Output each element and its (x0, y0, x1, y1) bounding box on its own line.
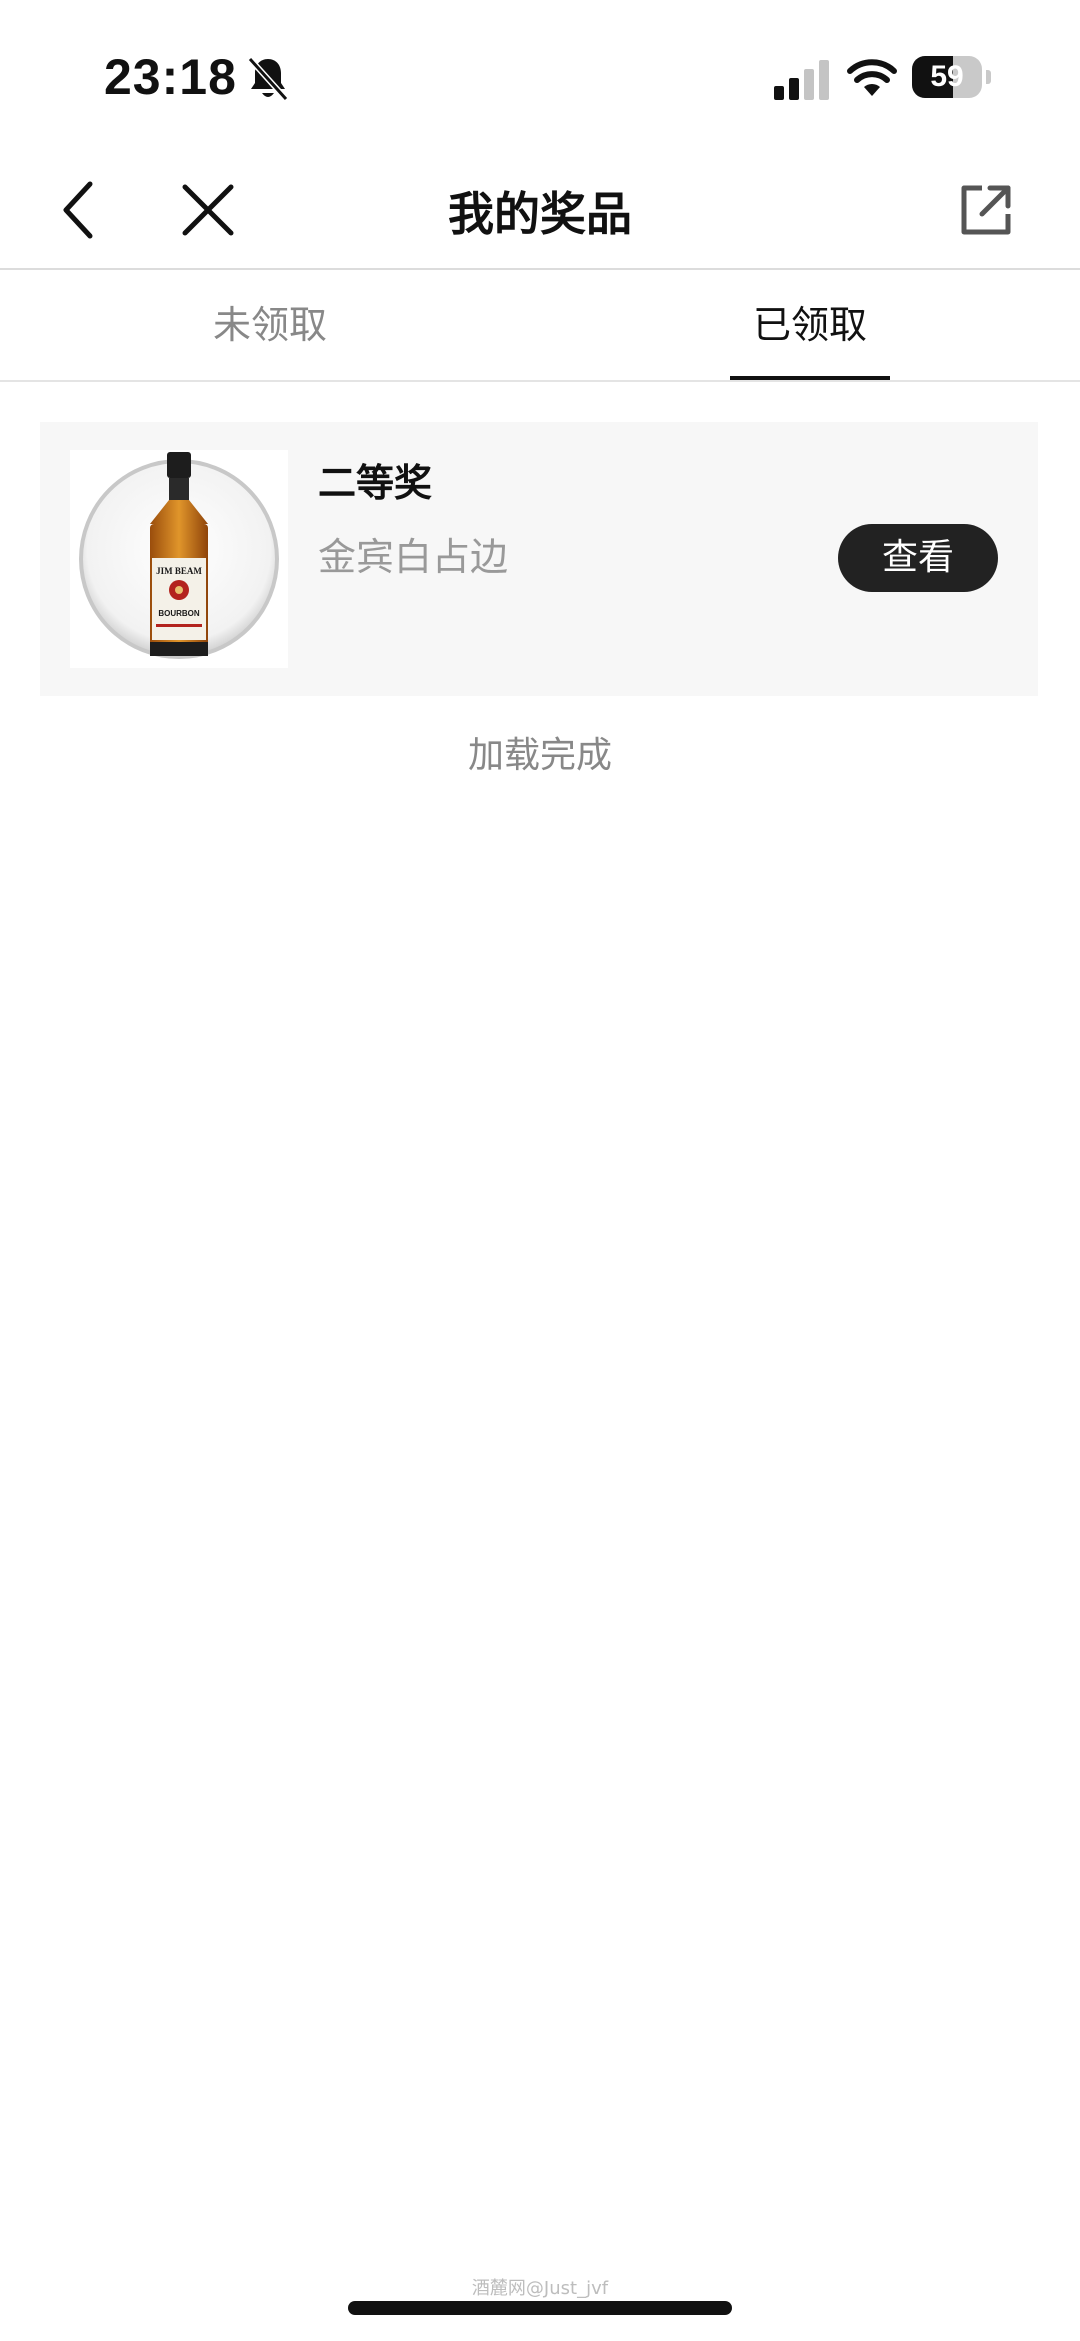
battery-body: 59 (912, 56, 982, 98)
bell-muted-icon (247, 56, 289, 102)
share-button[interactable] (948, 172, 1024, 248)
tab-unclaimed[interactable]: 未领取 (0, 270, 540, 380)
prize-name: 金宾白占边 (318, 535, 509, 579)
cellular-signal-icon (774, 60, 829, 100)
watermark: 酒麓网@Just_jvf (471, 2278, 609, 2299)
list-status-text: 加载完成 (467, 735, 612, 776)
status-bar: 23:18 59 (0, 0, 1080, 150)
whiskey-bottle-image: JIM BEAM BOURBON (70, 450, 288, 668)
active-tab-indicator (730, 376, 890, 380)
battery-cap (986, 70, 991, 84)
svg-text:BOURBON: BOURBON (158, 609, 200, 618)
home-indicator[interactable] (348, 2301, 732, 2315)
tab-claimed[interactable]: 已领取 (540, 270, 1080, 380)
svg-text:JIM BEAM: JIM BEAM (156, 566, 202, 576)
view-prize-button[interactable]: 查看 (838, 524, 998, 592)
external-share-icon (961, 185, 1011, 235)
battery-percent: 59 (930, 60, 964, 93)
wifi-icon (847, 59, 897, 96)
prize-level: 二等奖 (318, 461, 433, 505)
prize-card: JIM BEAM BOURBON 二等奖 金宾白占边 查看 (40, 422, 1038, 696)
page-title: 我的奖品 (448, 187, 632, 241)
prize-thumbnail: JIM BEAM BOURBON (79, 452, 279, 659)
battery-indicator: 59 (912, 56, 992, 100)
navigation-bar: 我的奖品 (0, 150, 1080, 270)
prize-tabs: 未领取 已领取 (0, 270, 1080, 382)
status-time: 23:18 (104, 49, 237, 105)
